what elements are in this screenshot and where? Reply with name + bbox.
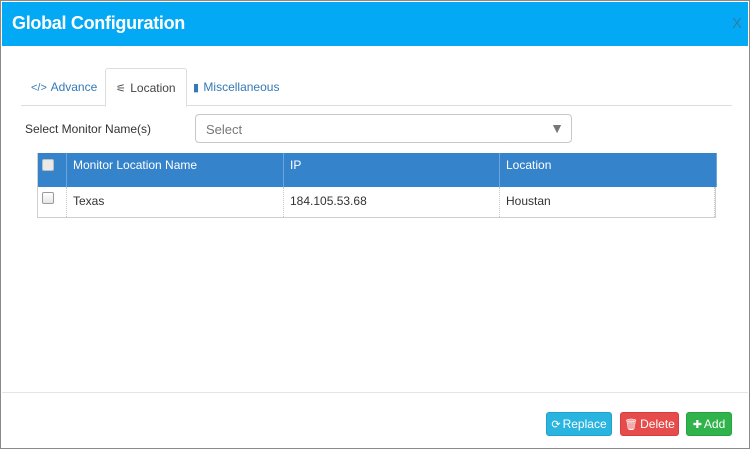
column-header-label: Location [506,158,552,172]
dialog-title: Global Configuration [12,13,185,33]
column-header-label: Monitor Location Name [73,158,198,172]
tab-advance[interactable]: </> Advance [21,68,107,106]
table-row[interactable]: Texas 184.105.53.68 Houstan [38,187,715,217]
code-icon: </> [31,82,47,94]
monitor-select-value: Select [206,122,243,137]
cell-text: Texas [73,194,105,208]
tab-miscellaneous-label: Miscellaneous [203,80,280,94]
column-header-location[interactable]: Location [500,153,717,187]
cell-text: Houstan [506,194,551,208]
row-select-cell [38,187,67,217]
select-all-checkbox[interactable] [42,159,54,171]
cell-location: Houstan [500,187,715,217]
chevron-down-icon[interactable]: ▼ [550,120,564,136]
close-icon[interactable]: X [732,15,742,32]
tab-location-label: Location [130,81,176,95]
monitor-name-select[interactable]: Select ▼ [195,114,572,143]
column-header-label: IP [290,158,302,172]
column-header-monitor-location-name[interactable]: Monitor Location Name [67,153,284,187]
trash-icon: 🗑 [624,419,639,431]
refresh-icon: ⟳ [551,419,561,431]
tab-advance-label: Advance [50,80,98,94]
sliders-icon: ⚟ [116,83,126,95]
delete-button-label: Delete [640,417,675,431]
replace-button-label: Replace [562,417,607,431]
global-configuration-dialog: Global Configuration X </> Advance ⚟ Loc… [0,0,750,449]
column-header-ip[interactable]: IP [284,153,500,187]
row-checkbox[interactable] [42,192,54,204]
grid-header: Monitor Location Name IP Location [38,153,717,187]
replace-button[interactable]: ⟳ Replace [546,412,612,436]
delete-button[interactable]: 🗑 Delete [620,412,679,436]
grid-header-select-cell [38,153,67,187]
add-button[interactable]: ✚ Add [686,412,732,436]
location-grid: Monitor Location Name IP Location Texas … [37,153,717,218]
tab-miscellaneous[interactable]: ▮ Miscellaneous [183,68,289,106]
cell-monitor-location-name: Texas [67,187,284,217]
tab-location[interactable]: ⚟ Location [105,68,187,107]
add-button-label: Add [703,417,726,431]
plus-icon: ✚ [692,419,702,431]
dialog-titlebar: Global Configuration X [2,2,748,46]
book-icon: ▮ [193,82,200,94]
cell-text: 184.105.53.68 [290,194,367,208]
cell-ip: 184.105.53.68 [284,187,500,217]
tab-bar: </> Advance ⚟ Location ▮ Miscellaneous [21,68,732,107]
footer-divider [2,392,748,393]
monitor-select-label: Select Monitor Name(s) [25,122,152,136]
